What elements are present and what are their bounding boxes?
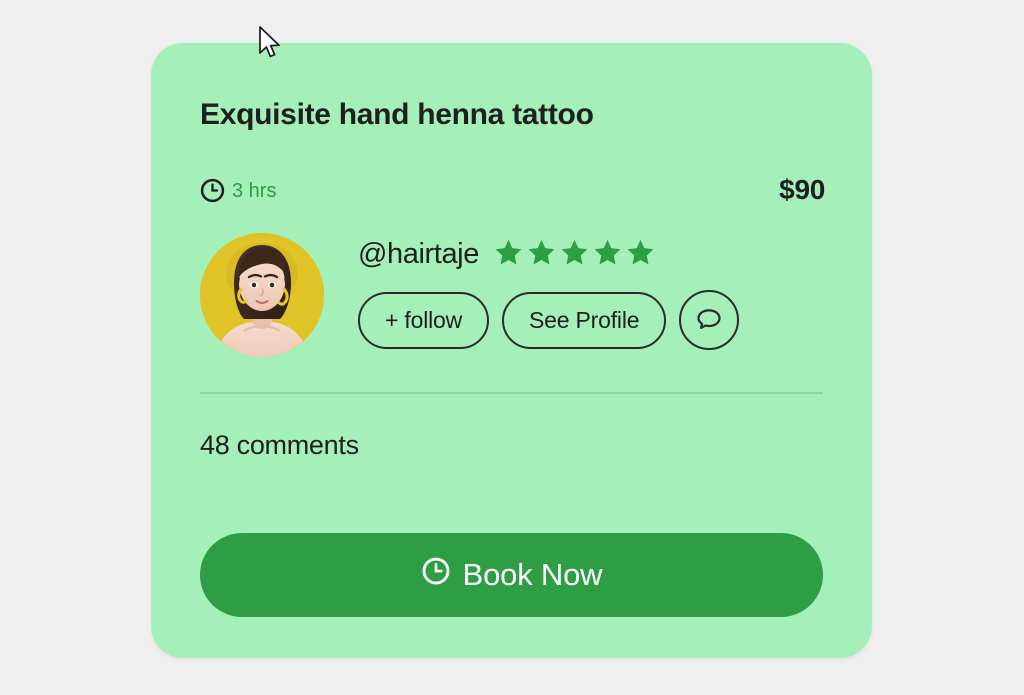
handle-row: @hairtaje xyxy=(358,233,818,275)
message-button[interactable] xyxy=(679,290,740,350)
price: $90 xyxy=(779,174,825,205)
avatar xyxy=(200,233,324,357)
rating-stars xyxy=(493,237,656,273)
follow-button[interactable]: + follow xyxy=(358,291,490,349)
comments-count[interactable]: 48 comments xyxy=(200,430,359,461)
star-icon xyxy=(526,237,557,273)
profile-details: @hairtaje + follow See Profile xyxy=(358,233,818,350)
profile-actions: + follow See Profile xyxy=(358,290,818,350)
clock-icon xyxy=(421,556,451,594)
star-icon xyxy=(592,237,623,273)
divider xyxy=(200,392,823,394)
page-title: Exquisite hand henna tattoo xyxy=(200,98,594,131)
star-icon xyxy=(625,237,656,273)
speech-bubble-icon xyxy=(695,305,723,336)
duration-text: 3 hrs xyxy=(232,179,277,202)
book-now-button[interactable]: Book Now xyxy=(200,533,823,617)
see-profile-button[interactable]: See Profile xyxy=(502,291,667,349)
star-icon xyxy=(559,237,590,273)
duration-row: 3 hrs xyxy=(200,178,276,203)
profile-handle[interactable]: @hairtaje xyxy=(358,239,479,269)
service-card: Exquisite hand henna tattoo 3 hrs $90 @h… xyxy=(151,43,872,658)
book-now-label: Book Now xyxy=(462,557,603,592)
clock-icon xyxy=(200,178,225,203)
star-icon xyxy=(493,237,524,273)
